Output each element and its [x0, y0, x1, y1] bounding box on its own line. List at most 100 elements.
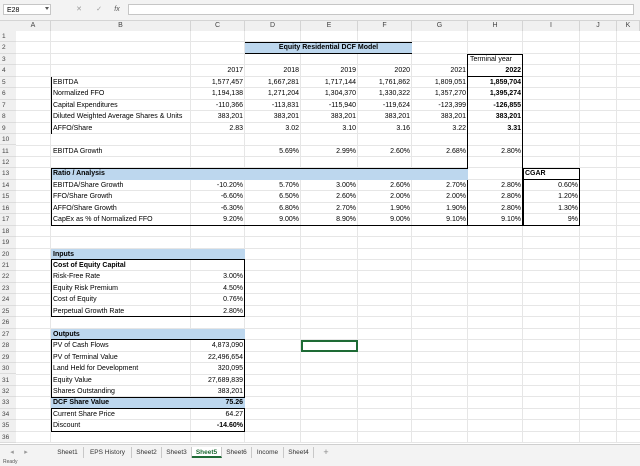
row-header[interactable]: 13: [0, 168, 16, 180]
row-header[interactable]: 33: [0, 397, 16, 409]
metric-value[interactable]: 3.16: [358, 123, 412, 134]
name-box[interactable]: E28: [3, 4, 51, 15]
metric-value[interactable]: 383,201: [301, 111, 358, 122]
metric-value[interactable]: 1,577,457: [191, 77, 245, 88]
sheet-tab[interactable]: EPS History: [84, 447, 132, 458]
metric-value[interactable]: 383,201: [468, 111, 523, 122]
ratio-value[interactable]: 9.10%: [412, 214, 468, 225]
row-header[interactable]: 8: [0, 111, 16, 123]
row-header[interactable]: 5: [0, 77, 16, 89]
metric-value[interactable]: -113,831: [245, 100, 301, 111]
ratio-value[interactable]: -6.60%: [191, 191, 245, 202]
cost-of-equity-header[interactable]: Cost of Equity Capital: [51, 260, 191, 271]
row-header[interactable]: 30: [0, 363, 16, 375]
metric-value[interactable]: 2.83: [191, 123, 245, 134]
column-header[interactable]: B: [51, 21, 191, 31]
metric-value[interactable]: 3.31: [468, 123, 523, 134]
row-header[interactable]: 28: [0, 340, 16, 352]
row-header[interactable]: 16: [0, 203, 16, 215]
formula-input[interactable]: [128, 4, 634, 15]
output-label[interactable]: Current Share Price: [51, 409, 191, 420]
ebitda-growth-value[interactable]: 5.69%: [245, 146, 301, 157]
row-header[interactable]: 27: [0, 329, 16, 341]
ratio-value[interactable]: 2.60%: [358, 180, 412, 191]
sheet-tab[interactable]: Sheet6: [222, 447, 252, 458]
row-header[interactable]: 21: [0, 260, 16, 272]
metric-value[interactable]: 1,859,704: [468, 77, 523, 88]
function-icon[interactable]: fx: [112, 5, 122, 15]
ebitda-growth-label[interactable]: EBITDA Growth: [51, 146, 191, 157]
cagr-label[interactable]: CGAR: [523, 168, 580, 179]
metric-value[interactable]: 1,667,281: [245, 77, 301, 88]
ratio-value[interactable]: 6.50%: [245, 191, 301, 202]
output-label[interactable]: PV of Cash Flows: [51, 340, 191, 351]
row-header[interactable]: 3: [0, 54, 16, 66]
add-sheet-icon[interactable]: +: [320, 447, 332, 458]
row-header[interactable]: 29: [0, 352, 16, 364]
row-header[interactable]: 24: [0, 294, 16, 306]
output-value[interactable]: 4,873,090: [191, 340, 245, 351]
output-label[interactable]: Shares Outstanding: [51, 386, 191, 397]
row-header[interactable]: 23: [0, 283, 16, 295]
output-value[interactable]: 320,095: [191, 363, 245, 374]
column-header[interactable]: C: [191, 21, 245, 31]
row-header[interactable]: 32: [0, 386, 16, 398]
metric-value[interactable]: 383,201: [358, 111, 412, 122]
ratio-value[interactable]: 1.90%: [412, 203, 468, 214]
ratio-label[interactable]: CapEx as % of Normalized FFO: [51, 214, 191, 225]
ratio-value[interactable]: 8.90%: [301, 214, 358, 225]
metric-value[interactable]: 1,809,051: [412, 77, 468, 88]
cagr-value[interactable]: 9%: [523, 214, 580, 225]
row-header[interactable]: 1: [0, 31, 16, 43]
tab-scroll-left-icon[interactable]: ◂: [8, 448, 16, 457]
ratio-value[interactable]: 2.80%: [468, 191, 523, 202]
metric-value[interactable]: 3.02: [245, 123, 301, 134]
input-label[interactable]: Perpetual Growth Rate: [51, 306, 191, 317]
ratio-value[interactable]: -10.20%: [191, 180, 245, 191]
ratio-label[interactable]: AFFO/Share Growth: [51, 203, 191, 214]
column-header[interactable]: E: [301, 21, 358, 31]
output-label[interactable]: Land Held for Development: [51, 363, 191, 374]
row-header[interactable]: 36: [0, 432, 16, 444]
metric-value[interactable]: 383,201: [412, 111, 468, 122]
sheet-tab[interactable]: Sheet1: [52, 447, 84, 458]
row-header[interactable]: 34: [0, 409, 16, 421]
input-label[interactable]: Equity Risk Premium: [51, 283, 191, 294]
input-value[interactable]: 3.00%: [191, 271, 245, 282]
row-header[interactable]: 10: [0, 134, 16, 146]
ratio-value[interactable]: 9.00%: [358, 214, 412, 225]
metric-value[interactable]: 1,761,862: [358, 77, 412, 88]
row-header[interactable]: 11: [0, 146, 16, 157]
metric-value[interactable]: 383,201: [245, 111, 301, 122]
column-header[interactable]: I: [523, 21, 580, 31]
ratio-value[interactable]: 2.80%: [468, 203, 523, 214]
sheet-tab[interactable]: Sheet4: [284, 447, 314, 458]
row-header[interactable]: 25: [0, 306, 16, 318]
chevron-down-icon[interactable]: [45, 7, 49, 10]
output-label[interactable]: PV of Terminal Value: [51, 352, 191, 363]
column-header[interactable]: J: [580, 21, 617, 31]
worksheet-grid[interactable]: Equity Residential DCF Model Terminal yea…: [16, 31, 640, 443]
cagr-value[interactable]: 1.30%: [523, 203, 580, 214]
ebitda-growth-value[interactable]: 2.80%: [468, 146, 523, 157]
ratio-value[interactable]: 5.70%: [245, 180, 301, 191]
year-header[interactable]: 2020: [358, 65, 412, 76]
input-value[interactable]: 4.50%: [191, 283, 245, 294]
metric-label[interactable]: Capital Expenditures: [51, 100, 191, 111]
year-header[interactable]: 2017: [191, 65, 245, 76]
ratio-value[interactable]: 2.80%: [468, 180, 523, 191]
output-value[interactable]: 27,689,839: [191, 375, 245, 386]
metric-value[interactable]: -110,366: [191, 100, 245, 111]
enter-icon[interactable]: ✓: [94, 5, 104, 15]
sheet-tab[interactable]: Sheet2: [132, 447, 162, 458]
output-label[interactable]: Discount: [51, 420, 191, 431]
ratio-value[interactable]: 2.00%: [412, 191, 468, 202]
metric-value[interactable]: 3.22: [412, 123, 468, 134]
column-header[interactable]: F: [358, 21, 412, 31]
output-label[interactable]: Equity Value: [51, 375, 191, 386]
metric-label[interactable]: Normalized FFO: [51, 88, 191, 99]
column-header[interactable]: G: [412, 21, 468, 31]
metric-label[interactable]: Diluted Weighted Average Shares & Units: [51, 111, 191, 122]
metric-value[interactable]: -119,624: [358, 100, 412, 111]
metric-value[interactable]: 3.10: [301, 123, 358, 134]
